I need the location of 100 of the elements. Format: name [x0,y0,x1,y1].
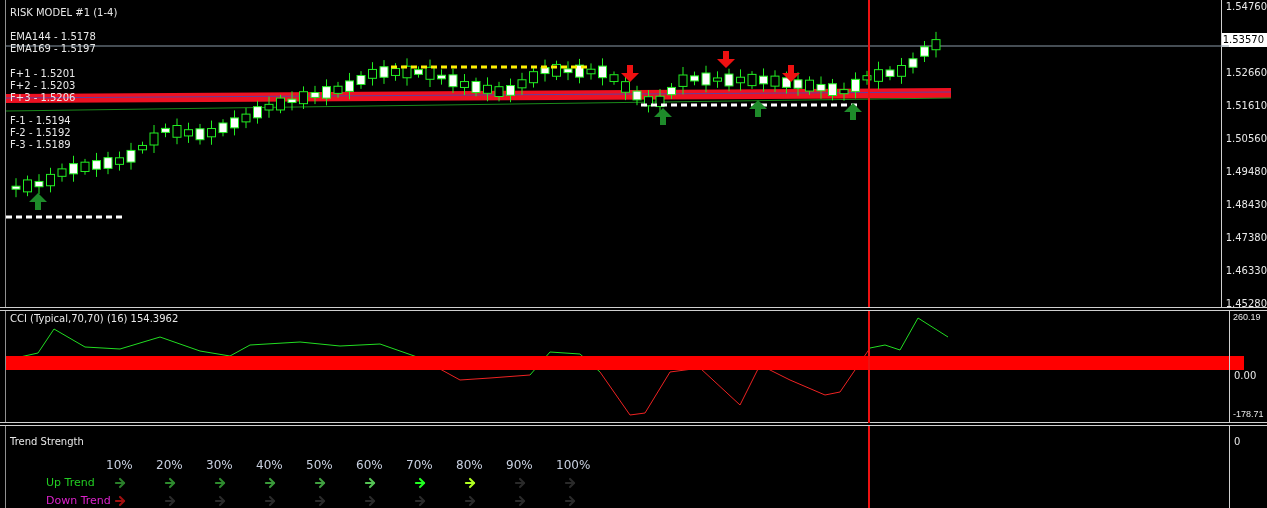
candlestick [57,163,67,183]
price-axis-label: 1.45280 [1225,297,1267,311]
candlestick [874,61,883,90]
down-arrow-icon [621,65,639,82]
candlestick [230,109,239,136]
candlestick [184,122,193,144]
candlestick [23,175,32,197]
candlestick [241,107,251,129]
candlestick [897,57,906,85]
up-arrow-icon [749,100,767,117]
panel-title: Trend Strength [10,436,84,447]
candlestick [299,85,308,110]
candlestick [69,155,78,183]
candlestick [402,57,412,87]
down-arrow-icon [717,51,735,68]
candlestick [609,70,619,86]
candlestick [368,61,377,87]
percent-label: 100% [556,458,591,472]
candlestick [161,123,170,138]
candlestick [138,141,147,155]
candlestick [253,100,262,125]
candlestick [655,88,665,115]
candlestick [931,31,941,58]
candlestick [529,66,538,89]
trend-label: Up Trend [46,476,96,490]
candlestick [149,124,159,154]
percent-label: 40% [256,458,283,472]
price-axis-label: 1.50560 [1225,132,1267,146]
candlestick [575,58,584,84]
price-axis-label: 1.52660 [1225,66,1267,80]
candlestick [126,142,136,171]
candlestick [506,78,515,103]
percent-label: 30% [206,458,233,472]
candlestick [494,81,504,102]
candlestick [391,62,400,82]
current-price-label: 1.53570 [1221,33,1267,47]
candlestick [920,40,929,63]
candlestick [540,59,550,83]
indicator-title: CCI (Typical,70,70) (16) 154.3962 [10,313,179,325]
candlestick [805,75,814,96]
candlestick [276,94,285,114]
percent-label: 50% [306,458,333,472]
candlestick [80,158,90,176]
candlestick [92,152,101,178]
candlestick [793,71,803,97]
candlestick [115,151,124,172]
candlestick [356,70,366,90]
indicator-legend: EMA144 - 1.5178 [10,31,118,43]
candlestick [839,82,849,102]
candlestick [713,70,722,89]
percent-label: 90% [506,458,533,472]
candlestick [218,118,228,137]
price-axis-label: 1.49480 [1225,165,1267,179]
level-marker [1230,356,1244,370]
level-label: F-3 - 1.5189 [10,139,72,151]
candlestick [632,85,642,106]
candlestick [103,151,113,175]
level-label: F+2 - 1.5203 [10,80,77,92]
candlestick [667,82,676,100]
candlestick [908,52,918,74]
candlestick [379,59,389,85]
candlestick [345,72,354,100]
price-axis-label: 1.47380 [1225,231,1267,245]
up-arrow-icon [654,108,672,125]
candlestick [552,60,561,81]
cci-axis-label: 0.00 [1234,370,1257,382]
candlestick [471,77,481,97]
cci-axis-label: -178.71 [1233,408,1264,420]
candlestick [862,70,872,86]
candlestick [195,123,205,146]
candlestick [310,85,320,105]
level-label: F-1 - 1.5194 [10,115,72,127]
percent-label: 60% [356,458,383,472]
candlestick [264,96,274,119]
percent-label: 70% [406,458,433,472]
candlestick [770,69,780,93]
trend-axis-label: 0 [1234,436,1241,447]
down-arrow-icon [782,65,800,82]
candlestick [448,68,458,94]
candlestick [851,71,860,99]
price-axis-label: 1.51610 [1225,99,1267,113]
candlestick [644,89,653,113]
candlestick [483,76,492,102]
candlestick [414,65,423,79]
candlestick [701,65,711,93]
candlestick [46,167,55,193]
price-axis-label: 1.46330 [1225,264,1267,278]
candlestick [333,81,343,99]
chart-title: RISK MODEL #1 (1-4) [10,7,118,19]
candlestick [690,71,699,86]
percent-label: 10% [106,458,133,472]
percent-label: 20% [156,458,183,472]
candlestick [437,68,446,86]
candlestick [322,78,331,106]
level-label: F-2 - 1.5192 [10,127,72,139]
candlestick [425,59,435,88]
candlestick [598,57,607,86]
candlestick [747,70,757,90]
candlestick [885,65,895,81]
price-axis-label: 1.48430 [1225,198,1267,212]
